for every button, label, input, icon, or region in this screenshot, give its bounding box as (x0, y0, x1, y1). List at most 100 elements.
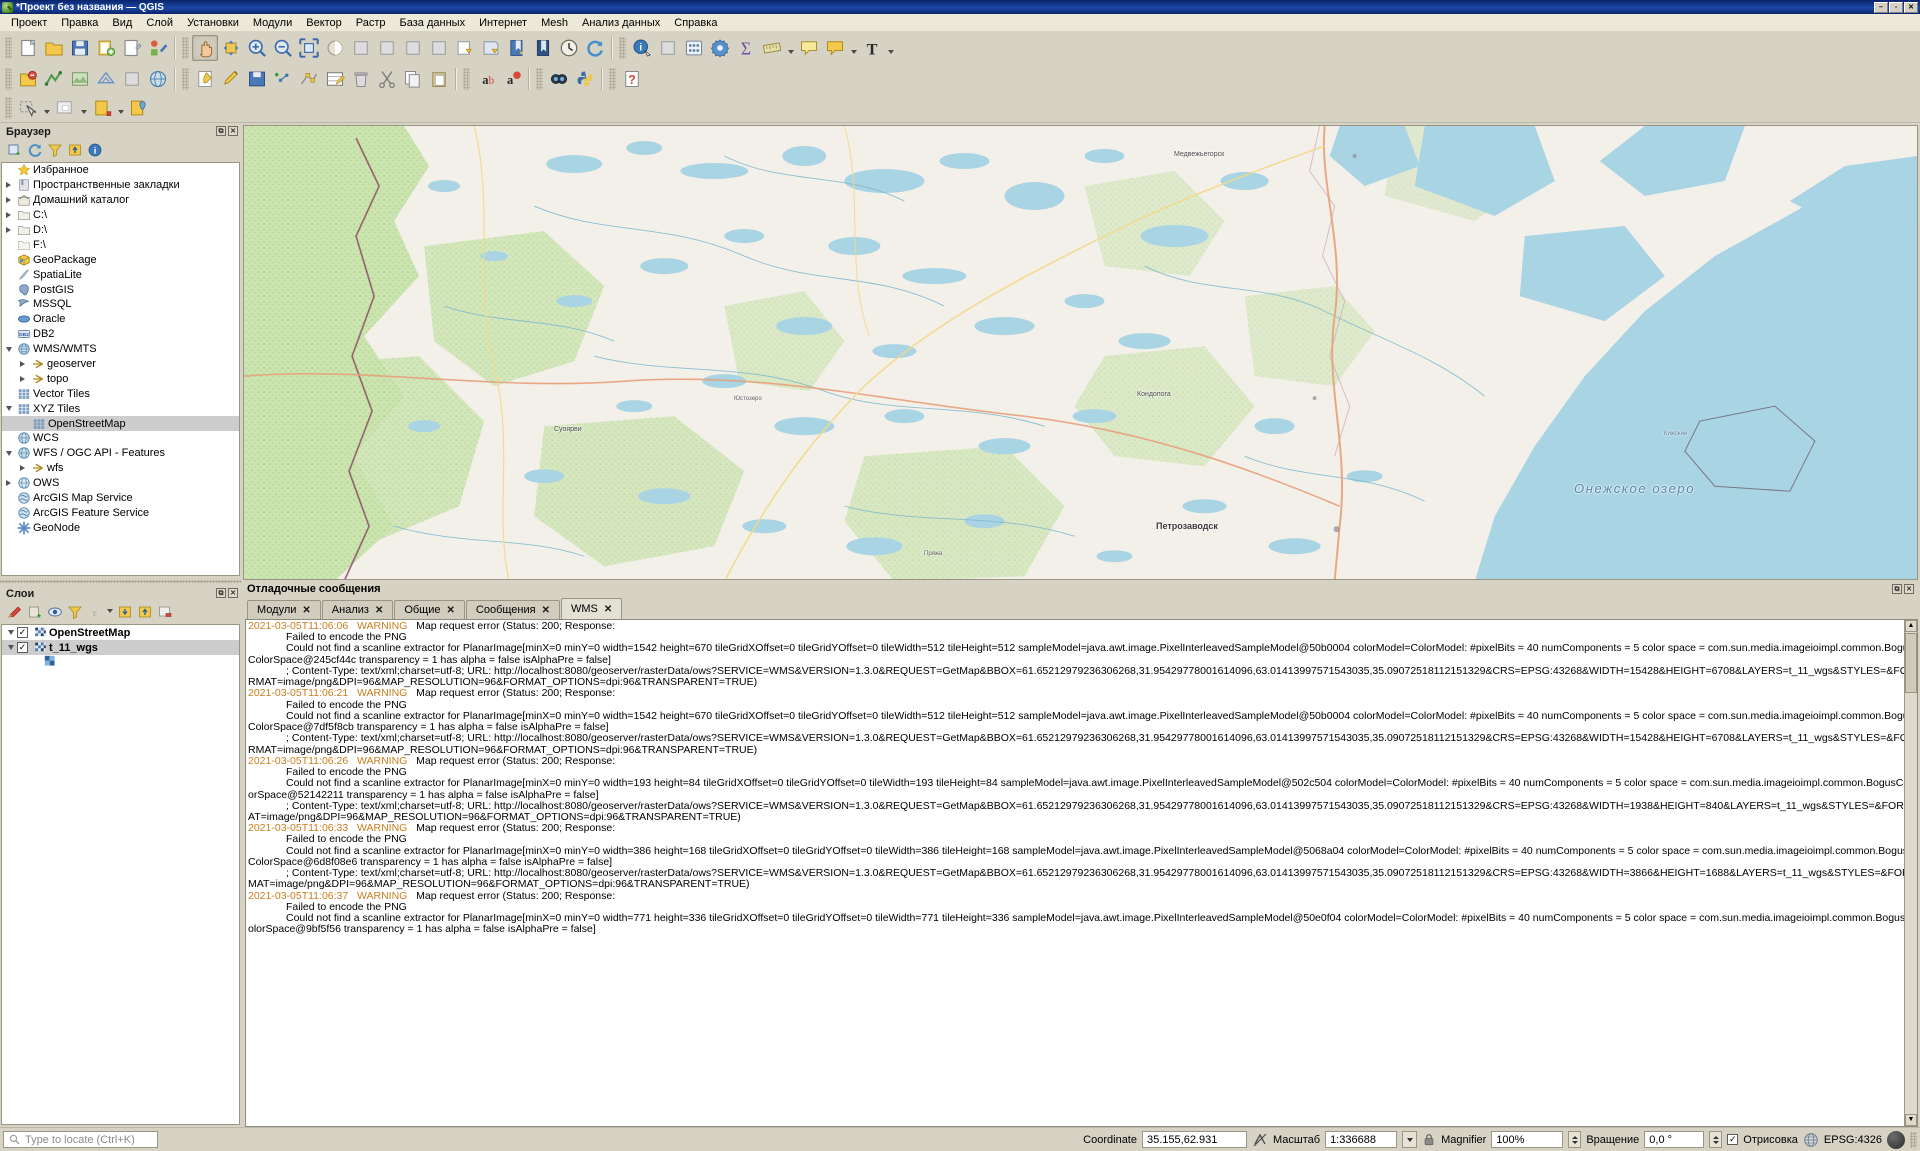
menu-processing[interactable]: Анализ данных (575, 15, 667, 31)
browser-item-db2[interactable]: DB2DB2 (2, 327, 239, 342)
close-icon[interactable]: ✕ (604, 604, 612, 615)
chevron-down-icon[interactable] (2, 347, 15, 352)
browser-item-wfs-conn[interactable]: wfs (2, 461, 239, 476)
help-contents-button[interactable]: ? (619, 66, 645, 92)
log-close-button[interactable]: ✕ (1904, 584, 1914, 594)
pan-map-button[interactable] (192, 35, 218, 61)
browser-item-arcgis-feature-service[interactable]: ArcGIS Feature Service (2, 505, 239, 520)
locate-input[interactable]: Type to locate (Ctrl+K) (3, 1131, 158, 1148)
maximize-button[interactable]: ▫ (1889, 2, 1903, 13)
browser-tree[interactable]: ИзбранноеПространственные закладкиДомашн… (1, 162, 240, 576)
pan-to-selection-button[interactable] (218, 35, 244, 61)
paste-features-button[interactable] (426, 66, 452, 92)
menu-raster[interactable]: Растр (349, 15, 393, 31)
measure-button[interactable] (759, 35, 785, 61)
data-source-manager-button[interactable] (15, 66, 41, 92)
log-scroll-down-button[interactable]: ▼ (1905, 1114, 1917, 1126)
map-tips-button[interactable] (796, 35, 822, 61)
minimize-button[interactable]: – (1874, 2, 1888, 13)
zoom-out-button[interactable] (270, 35, 296, 61)
browser-item-home[interactable]: Домашний каталог (2, 193, 239, 208)
new-print-layout-button[interactable] (119, 35, 145, 61)
browser-refresh-button[interactable] (25, 142, 44, 161)
browser-close-button[interactable]: ✕ (228, 126, 238, 136)
processing-toolbox-button[interactable] (707, 35, 733, 61)
chevron-down-icon[interactable] (115, 95, 126, 121)
add-wms-layer-button[interactable] (145, 66, 171, 92)
browser-properties-button[interactable]: i (85, 142, 104, 161)
menu-layer[interactable]: Слой (139, 15, 180, 31)
close-icon[interactable]: ✕ (447, 605, 455, 616)
zoom-last-button[interactable] (452, 35, 478, 61)
layer-styling-panel-button[interactable] (5, 604, 24, 623)
log-tab-general[interactable]: Общие✕ (394, 600, 465, 619)
vertex-tool-button[interactable] (296, 66, 322, 92)
browser-item-wfs[interactable]: WFS / OGC API - Features (2, 446, 239, 461)
toolbar-grip[interactable] (609, 68, 616, 90)
zoom-next-button[interactable] (478, 35, 504, 61)
python-console-button[interactable] (572, 66, 598, 92)
browser-item-geopackage[interactable]: GeoPackage (2, 252, 239, 267)
add-vector-layer-button[interactable] (41, 66, 67, 92)
chevron-down-icon[interactable] (4, 630, 17, 635)
log-tab-wms[interactable]: WMS✕ (561, 598, 622, 619)
current-edits-button[interactable] (192, 66, 218, 92)
menu-vector[interactable]: Вектор (299, 15, 349, 31)
rotation-stepper[interactable] (1709, 1131, 1722, 1148)
filter-legend-button[interactable] (65, 604, 84, 623)
crs-globe-icon[interactable] (1803, 1132, 1819, 1148)
toolbar-grip[interactable] (5, 68, 12, 90)
browser-item-spatial-bookmarks[interactable]: Пространственные закладки (2, 178, 239, 193)
text-annotation-button[interactable]: T (859, 35, 885, 61)
chevron-right-icon[interactable] (2, 480, 15, 486)
layers-close-button[interactable]: ✕ (228, 588, 238, 598)
cut-features-button[interactable] (374, 66, 400, 92)
chevron-down-icon[interactable] (885, 35, 896, 61)
render-checkbox[interactable]: ✓ (1727, 1134, 1738, 1145)
map-canvas[interactable] (244, 126, 1917, 580)
add-raster-layer-button[interactable] (67, 66, 93, 92)
log-scrollbar[interactable]: ▲ ▼ (1904, 620, 1917, 1126)
browser-filter-button[interactable] (45, 142, 64, 161)
browser-collapse-all-button[interactable] (65, 142, 84, 161)
save-project-button[interactable] (67, 35, 93, 61)
coordinate-field[interactable]: 35.155,62.931 (1142, 1131, 1247, 1148)
diagram-layer-button[interactable]: a (499, 66, 525, 92)
toolbar-grip[interactable] (182, 68, 189, 90)
chevron-down-icon[interactable] (785, 35, 796, 61)
close-icon[interactable]: ✕ (302, 605, 310, 616)
toolbar-grip[interactable] (5, 37, 12, 59)
show-bookmarks-button[interactable] (530, 35, 556, 61)
browser-item-openstreetmap[interactable]: OpenStreetMap (2, 416, 239, 431)
layer-visibility-checkbox[interactable]: ✓ (17, 627, 28, 638)
expression-filter-button[interactable]: ε (85, 604, 104, 623)
style-manager-button[interactable] (145, 35, 171, 61)
toolbar-grip[interactable] (463, 68, 470, 90)
layer-item-t-11-wgs[interactable]: ✓t_11_wgs (2, 640, 239, 655)
open-project-button[interactable] (41, 35, 67, 61)
log-float-button[interactable]: ⧉ (1892, 584, 1902, 594)
temporal-controller-button[interactable] (556, 35, 582, 61)
log-scroll-up-button[interactable]: ▲ (1905, 620, 1917, 632)
select-features-button[interactable] (15, 95, 41, 121)
log-text-area[interactable]: 2021-03-05T11:06:06 WARNING Map request … (245, 619, 1918, 1127)
chevron-right-icon[interactable] (2, 182, 15, 188)
browser-item-geoserver[interactable]: geoserver (2, 357, 239, 372)
chevron-down-icon[interactable] (2, 451, 15, 456)
toolbar-grip[interactable] (182, 37, 189, 59)
statistics-button[interactable]: Σ (733, 35, 759, 61)
browser-item-vector-tiles[interactable]: Vector Tiles (2, 386, 239, 401)
map-canvas-container[interactable]: ⧉ ✕ (243, 125, 1918, 580)
browser-item-wcs[interactable]: WCS (2, 431, 239, 446)
deselect-features-button[interactable] (52, 95, 78, 121)
zoom-actual-size-button[interactable] (348, 35, 374, 61)
chevron-down-icon[interactable] (105, 609, 114, 617)
menu-database[interactable]: База данных (393, 15, 473, 31)
browser-item-favorites[interactable]: Избранное (2, 163, 239, 178)
log-tab-processing[interactable]: Анализ✕ (322, 600, 394, 619)
browser-float-button[interactable]: ⧉ (216, 126, 226, 136)
add-mesh-layer-button[interactable] (93, 66, 119, 92)
expand-all-button[interactable] (115, 604, 134, 623)
refresh-button[interactable] (582, 35, 608, 61)
chevron-right-icon[interactable] (16, 361, 29, 367)
